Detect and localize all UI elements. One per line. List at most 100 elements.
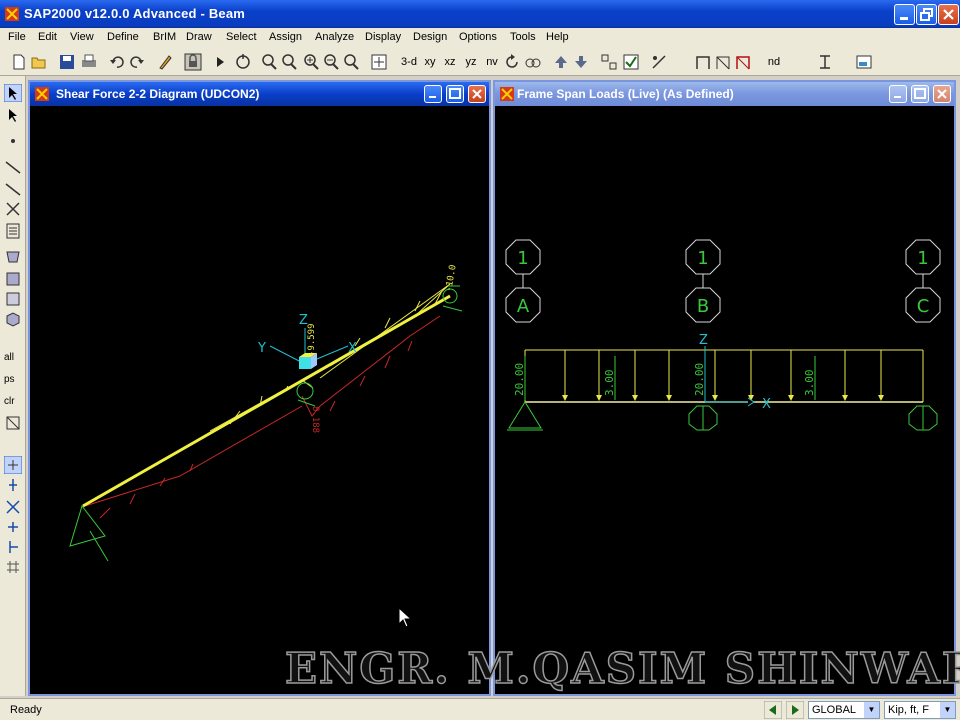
frame-span-loads-canvas[interactable]: 1 1 1 A B C 20.00 3.00 20.00 3.00 Z X [495,106,954,694]
display-options-icon[interactable] [855,53,873,71]
draw-solid-icon[interactable] [4,310,22,328]
frame-icon[interactable] [694,53,712,71]
menu-assign[interactable]: Assign [269,31,302,43]
arrow-left-icon[interactable] [764,701,782,719]
reshape-icon[interactable] [4,106,22,124]
menu-edit[interactable]: Edit [38,31,57,43]
units-select[interactable]: Kip, ft, F ▼ [884,701,956,719]
draw-joint-icon[interactable] [4,132,22,150]
brace-icon[interactable] [714,53,732,71]
undo-icon[interactable] [108,53,126,71]
menu-display[interactable]: Display [365,31,401,43]
pencil-icon[interactable] [156,53,174,71]
close-icon [472,89,482,99]
set-display-icon[interactable] [600,53,618,71]
zoom-window-icon[interactable] [260,53,278,71]
lock-icon[interactable] [184,53,202,71]
arrow-down-icon[interactable] [572,53,590,71]
select-all-button[interactable]: all [4,352,22,370]
axis-x-label: X [348,341,357,356]
menu-define[interactable]: Define [107,31,139,43]
frame-span-loads-window[interactable]: Frame Span Loads (Live) (As Defined) 1 1… [493,80,956,696]
right-maximize-button[interactable] [911,85,929,103]
snap-lines-icon[interactable] [4,538,22,556]
view-yz-button[interactable]: yz [461,53,481,71]
quick-frame-icon[interactable] [4,180,22,198]
view-nv-button[interactable]: nv [482,53,502,71]
arrow-right-icon[interactable] [786,701,804,719]
watermark: ENGR. M.QASIM SHINWARI [284,643,960,694]
shear-force-window[interactable]: Shear Force 2-2 Diagram (UDCON2) Z Y X -… [28,80,491,696]
draw-frame-icon[interactable] [4,158,22,176]
grid-label-1a: 1 [517,248,528,269]
snap-intersect-icon[interactable] [4,498,22,516]
menu-options[interactable]: Options [459,31,497,43]
new-icon[interactable] [10,53,28,71]
menu-view[interactable]: View [70,31,94,43]
roller-support-b [688,405,718,431]
open-icon[interactable] [30,53,48,71]
section-cut-icon[interactable] [816,53,834,71]
close-button[interactable] [938,4,959,25]
rotate-icon[interactable] [503,53,521,71]
zoom-out-icon[interactable] [322,53,340,71]
snap-perp-icon[interactable] [4,518,22,536]
menu-tools[interactable]: Tools [510,31,536,43]
sap-window-icon [500,87,514,101]
rotate-3d-icon[interactable] [234,53,252,71]
snap-points-icon[interactable] [4,456,22,474]
draw-brace-icon[interactable] [4,200,22,218]
quick-area-icon[interactable] [4,290,22,308]
pointer-icon[interactable] [4,84,22,102]
snap-ends-icon[interactable] [4,476,22,494]
draw-link-icon[interactable] [4,222,22,240]
perspective-icon[interactable] [524,53,542,71]
view-xy-button[interactable]: xy [420,53,440,71]
left-minimize-button[interactable] [424,85,442,103]
view-xz-button[interactable]: xz [440,53,460,71]
right-close-button[interactable] [933,85,951,103]
snap-grid-icon[interactable] [4,558,22,576]
zoom-in-icon[interactable] [302,53,320,71]
pan-icon[interactable] [370,53,388,71]
snap-icon[interactable] [650,53,668,71]
grid-label-b: B [697,296,709,317]
save-icon[interactable] [58,53,76,71]
coord-system-select[interactable]: GLOBAL ▼ [808,701,880,719]
left-maximize-button[interactable] [446,85,464,103]
nd-button[interactable]: nd [764,53,784,71]
minimize-button[interactable] [894,4,915,25]
shear-force-canvas[interactable]: Z Y X -10.0 -9.599 8.188 [30,106,489,694]
frame-section-icon[interactable] [734,53,752,71]
check-icon[interactable] [622,53,640,71]
right-minimize-button[interactable] [889,85,907,103]
grid-label-1b: 1 [697,248,708,269]
clear-select-button[interactable]: clr [4,396,22,414]
shear-force-window-titlebar[interactable]: Shear Force 2-2 Diagram (UDCON2) [30,82,489,106]
menu-analyze[interactable]: Analyze [315,31,354,43]
draw-poly-area-icon[interactable] [4,248,22,266]
menu-help[interactable]: Help [546,31,569,43]
previous-select-button[interactable]: ps [4,374,22,392]
zoom-prev-icon[interactable] [342,53,360,71]
intersect-icon[interactable] [4,414,22,432]
menu-design[interactable]: Design [413,31,447,43]
restore-button[interactable] [916,4,937,25]
menu-select[interactable]: Select [226,31,257,43]
minimize-icon [894,96,901,98]
redo-icon[interactable] [128,53,146,71]
left-close-button[interactable] [468,85,486,103]
view-3d-button[interactable]: 3-d [398,53,420,71]
menu-file[interactable]: File [8,31,26,43]
run-icon[interactable] [214,53,226,71]
app-titlebar: SAP2000 v12.0.0 Advanced - Beam [0,0,960,28]
arrow-up-icon[interactable] [552,53,570,71]
menu-brim[interactable]: BrIM [153,31,176,43]
app-title: SAP2000 v12.0.0 Advanced - Beam [24,6,246,21]
print-icon[interactable] [80,53,98,71]
shear-value-top: -10.0 [444,264,459,292]
menu-draw[interactable]: Draw [186,31,212,43]
draw-rect-area-icon[interactable] [4,270,22,288]
zoom-restore-icon[interactable] [280,53,298,71]
frame-span-loads-titlebar[interactable]: Frame Span Loads (Live) (As Defined) [495,82,954,106]
